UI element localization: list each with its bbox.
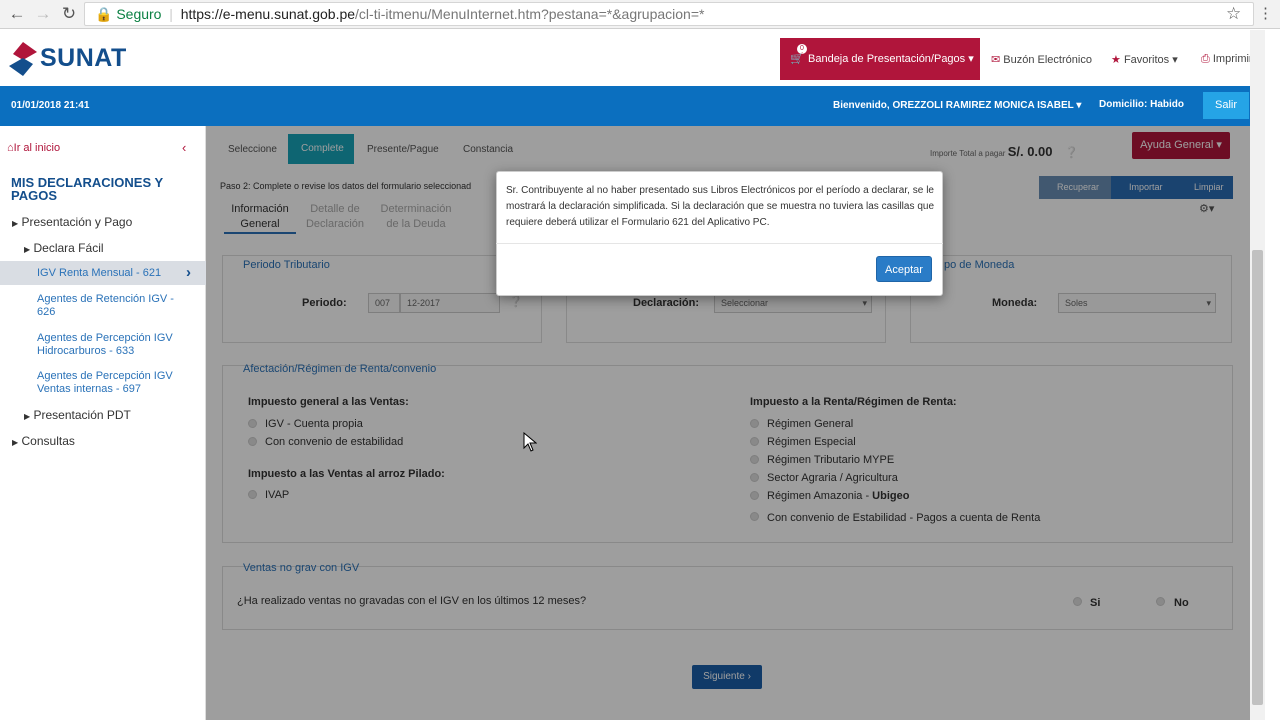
scrollbar-thumb[interactable] — [1252, 250, 1263, 705]
sidebar-title: MIS DECLARACIONES Y PAGOS — [11, 175, 163, 203]
lock-icon: 🔒 — [95, 6, 113, 22]
imprimir-label: Imprimir — [1212, 53, 1253, 65]
star-icon: ★ — [1111, 54, 1121, 66]
domicilio-status: Domicilio: Habido — [1099, 99, 1184, 110]
sidebar-item-697[interactable]: Agentes de Percepción IGV Ventas interna… — [37, 370, 177, 396]
sidebar-item-633[interactable]: Agentes de Percepción IGV Hidrocarburos … — [37, 332, 177, 358]
ir-inicio-label: Ir al inicio — [13, 142, 61, 154]
favoritos-link[interactable]: ★ Favoritos ▾ — [1111, 53, 1178, 66]
welcome-user-menu[interactable]: Bienvenido, OREZZOLI RAMIREZ MONICA ISAB… — [833, 100, 1081, 111]
tree-label: Presentación PDT — [33, 408, 131, 422]
back-icon[interactable]: ← — [7, 4, 27, 24]
browser-menu-icon[interactable]: ⋮ — [1258, 4, 1273, 22]
buzon-link[interactable]: ✉ Buzón Electrónico — [991, 53, 1092, 66]
printer-icon: ⎙ — [1201, 53, 1210, 65]
ir-inicio-link[interactable]: ⌂Ir al inicio — [7, 142, 60, 154]
sidebar-item-626[interactable]: Agentes de Retención IGV - 626 — [37, 293, 177, 319]
tree-label: Declara Fácil — [33, 241, 104, 255]
tree-presentacion-pago[interactable]: ▶ Presentación y Pago — [12, 215, 132, 229]
tree-label: Consultas — [21, 434, 75, 448]
url-host: https://e-menu.sunat.gob.pe — [180, 6, 356, 22]
sidebar-item-label: IGV Renta Mensual - 621 — [37, 267, 162, 279]
tree-declara-facil[interactable]: ▶ Declara Fácil — [24, 241, 104, 255]
cart-icon: 🛒 — [790, 53, 804, 65]
sunat-logo-mark[interactable] — [9, 42, 37, 76]
salir-button[interactable]: Salir — [1203, 92, 1249, 119]
bandeja-button[interactable]: 0 🛒 Bandeja de Presentación/Pagos ▾ — [780, 38, 980, 80]
bandeja-label: Bandeja de Presentación/Pagos — [808, 53, 966, 65]
alert-message: Sr. Contribuyente al no haber presentado… — [506, 185, 934, 228]
mouse-cursor-icon — [523, 432, 537, 452]
favoritos-label: Favoritos — [1123, 54, 1170, 66]
sunat-logo-text[interactable]: SUNAT — [40, 44, 127, 73]
reload-icon[interactable]: ↻ — [59, 4, 79, 24]
collapse-sidebar-icon[interactable]: ‹ — [182, 140, 186, 155]
page-edge — [1265, 30, 1280, 720]
url-path: /cl-ti-itmenu/MenuInternet.htm?pestana=*… — [355, 6, 705, 22]
chevron-right-icon: › — [186, 264, 191, 281]
imprimir-link[interactable]: ⎙ Imprimir — [1201, 53, 1253, 66]
tree-label: Presentación y Pago — [21, 215, 133, 229]
welcome-text: Bienvenido, OREZZOLI RAMIREZ MONICA ISAB… — [833, 100, 1074, 111]
buzon-label: Buzón Electrónico — [1003, 54, 1092, 66]
dialog-divider — [496, 243, 943, 244]
envelope-icon: ✉ — [991, 54, 1001, 66]
home-icon: ⌂ — [7, 142, 14, 154]
session-datetime: 01/01/2018 21:41 — [11, 100, 90, 111]
forward-icon[interactable]: → — [33, 4, 53, 24]
secure-label: Seguro — [116, 6, 162, 22]
address-bar[interactable]: 🔒 Seguro | https://e-menu.sunat.gob.pe/c… — [84, 2, 1254, 26]
aceptar-button[interactable]: Aceptar — [876, 256, 932, 282]
tree-consultas[interactable]: ▶ Consultas — [12, 434, 75, 448]
bookmark-star-icon[interactable]: ☆ — [1226, 4, 1241, 24]
tree-presentacion-pdt[interactable]: ▶ Presentación PDT — [24, 408, 131, 422]
